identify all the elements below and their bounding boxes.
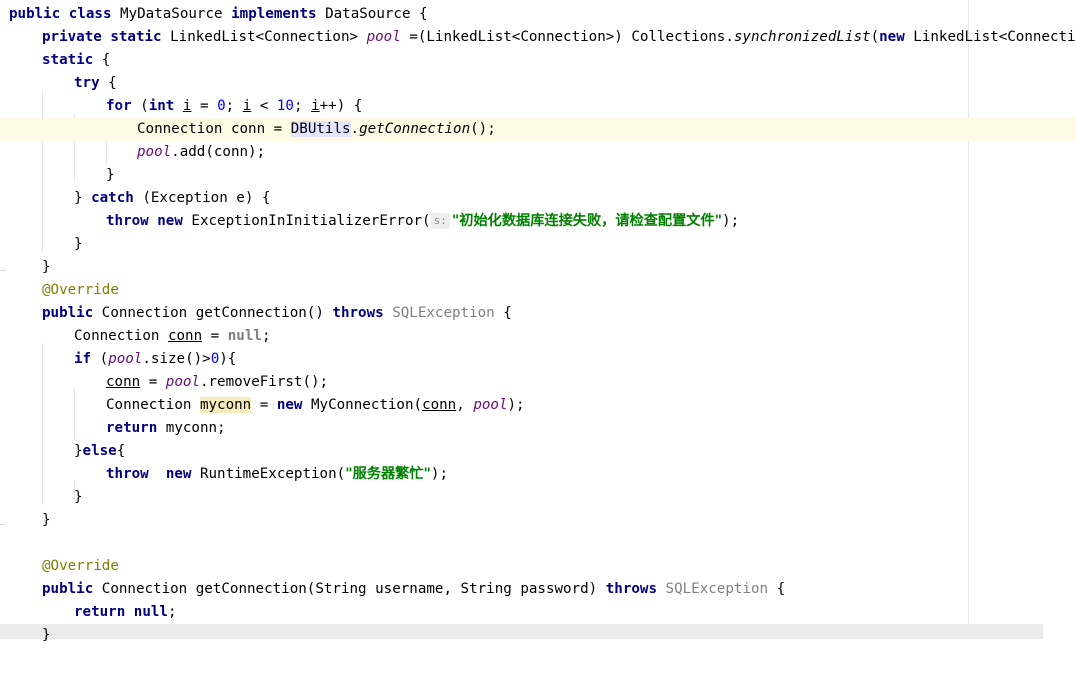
class-name: MyDataSource [111,6,232,22]
keyword: static [110,29,162,45]
code-line[interactable]: return myconn; [0,417,1076,440]
caret-line[interactable]: Connection conn = DBUtils.getConnection(… [0,118,1076,141]
static-field: pool [137,144,172,160]
code-line[interactable]: throw new RuntimeException("服务器繁忙"); [0,463,1076,486]
static-field: pool [473,397,508,413]
reassigned-variable: conn [422,397,457,413]
code-line[interactable]: } [0,233,1076,256]
reassigned-variable: conn [167,328,203,344]
string-literal: "服务器繁忙" [345,466,431,482]
keyword: throws [332,305,384,321]
code-line[interactable]: conn = pool.removeFirst(); [0,371,1076,394]
keyword: private [42,29,102,45]
keyword: static [42,52,94,68]
reassigned-variable: conn [106,374,141,390]
keyword: new [276,397,303,413]
keyword: return [74,604,126,620]
keyword: else [82,443,117,459]
highlighted-variable: myconn [199,397,252,413]
code-line[interactable]: } catch (Exception e) { [0,187,1076,210]
exception-type: SQLException [665,581,769,597]
code-line[interactable]: } [0,486,1076,509]
static-field: pool [366,29,401,45]
code-line[interactable]: public Connection getConnection(String u… [0,578,1076,601]
parameter-hint: s: [430,213,450,229]
code-line[interactable]: } [0,164,1076,187]
annotation: @Override [42,282,119,298]
keyword: throw [106,466,149,482]
keyword: catch [91,190,134,206]
highlighted-class-name: DBUtils [290,121,351,137]
static-method: getConnection [359,121,471,137]
code-line[interactable]: throw new ExceptionInInitializerError(s:… [0,210,1076,233]
code-line[interactable] [0,532,1076,555]
code-line[interactable]: private static LinkedList<Connection> po… [0,26,1076,49]
keyword: int [148,98,175,114]
code-line[interactable]: return null; [0,601,1076,624]
code-line[interactable]: } [0,624,1043,643]
code-line[interactable]: static { [0,49,1076,72]
code-line[interactable]: public Connection getConnection() throws… [0,302,1076,325]
keyword: new [157,213,183,229]
keyword: for [106,98,132,114]
keyword: new [879,29,905,45]
loop-variable: i [311,98,320,114]
null-literal: null [227,328,262,344]
keyword: throw [106,213,149,229]
keyword: public [9,6,61,22]
keyword: public [42,581,94,597]
keyword: if [74,351,92,367]
keyword: class [68,6,112,22]
code-line[interactable]: try { [0,72,1076,95]
keyword: new [165,466,192,482]
loop-variable: i [242,98,252,114]
exception-type: SQLException [392,305,495,321]
annotation: @Override [42,558,119,574]
keyword: try [74,75,100,91]
number-literal: 0 [210,351,220,367]
code-line[interactable]: pool.add(conn); [0,141,1076,164]
code-line[interactable]: @Override [0,555,1076,578]
keyword: throws [605,581,657,597]
code-line[interactable]: } [0,509,1076,532]
code-line[interactable]: if (pool.size()>0){ [0,348,1076,371]
code-line[interactable]: public class MyDataSource implements Dat… [0,3,1076,26]
static-field: pool [165,374,200,390]
string-literal: "初始化数据库连接失败，请检查配置文件" [451,213,723,229]
static-method: synchronizedList [733,29,871,45]
code-line[interactable]: for (int i = 0; i < 10; i++) { [0,95,1076,118]
code-line[interactable]: } [0,256,1076,279]
keyword: implements [231,6,317,22]
code-line[interactable]: }else{ [0,440,1076,463]
number-literal: 0 [217,98,226,114]
number-literal: 10 [276,98,294,114]
code-line[interactable]: @Override [0,279,1076,302]
keyword: public [42,305,94,321]
code-line[interactable]: Connection conn = null; [0,325,1076,348]
keyword: null [133,604,168,620]
static-field: pool [108,351,143,367]
keyword: return [106,420,158,436]
code-editor[interactable]: public class MyDataSource implements Dat… [0,0,1076,643]
code-line[interactable]: Connection myconn = new MyConnection(con… [0,394,1076,417]
